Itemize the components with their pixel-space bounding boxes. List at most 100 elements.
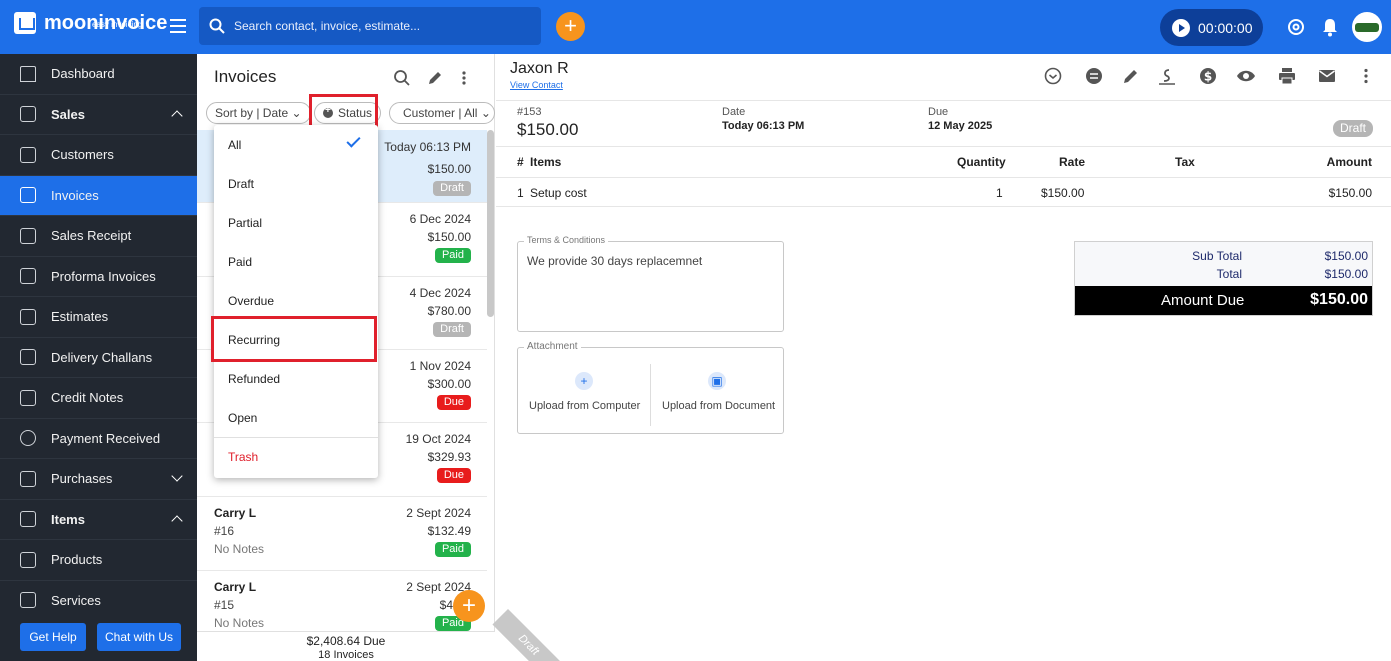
add-new-button[interactable]: + bbox=[556, 12, 585, 41]
print-icon[interactable] bbox=[1277, 66, 1297, 86]
purchase-icon bbox=[20, 470, 36, 487]
invoice-amount: $300.00 bbox=[427, 377, 471, 391]
customer-name: Carry L bbox=[214, 506, 257, 520]
sidebar-item-credit-notes[interactable]: Credit Notes bbox=[0, 378, 197, 419]
status-badge: Draft bbox=[433, 322, 471, 337]
status-option-all[interactable]: All bbox=[214, 125, 378, 164]
status-option-refunded[interactable]: Refunded bbox=[214, 359, 378, 398]
subtotal-value: $150.00 bbox=[1324, 249, 1368, 263]
more-vertical-icon[interactable] bbox=[1356, 66, 1376, 86]
status-option-trash[interactable]: Trash bbox=[214, 437, 378, 476]
app-logo[interactable]: mooninvoice bbox=[14, 12, 167, 34]
status-option-overdue[interactable]: Overdue bbox=[214, 281, 378, 320]
product-icon bbox=[20, 551, 36, 568]
sidebar-item-proforma-invoices[interactable]: Proforma Invoices bbox=[0, 257, 197, 297]
proforma-icon bbox=[20, 268, 36, 285]
status-badge: Paid bbox=[434, 248, 471, 263]
get-help-button[interactable]: Get Help bbox=[20, 623, 86, 651]
sidebar-item-invoices[interactable]: Invoices bbox=[0, 175, 197, 216]
items-icon bbox=[20, 511, 36, 528]
timer-button[interactable]: 00:00:00 bbox=[1160, 9, 1263, 46]
sidebar-item-purchases[interactable]: Purchases bbox=[0, 459, 197, 500]
home-icon bbox=[20, 65, 36, 82]
invoice-amount: $329.93 bbox=[427, 450, 471, 464]
view-contact-link[interactable]: View Contact bbox=[510, 80, 563, 90]
status-option-partial[interactable]: Partial bbox=[214, 203, 378, 242]
attachment-box: Attachment + Upload from Computer ▣ Uplo… bbox=[517, 341, 784, 434]
sidebar-item-dashboard[interactable]: Dashboard bbox=[0, 54, 197, 95]
edit-pencil-icon[interactable] bbox=[426, 69, 444, 87]
search-icon bbox=[209, 18, 225, 34]
signature-icon[interactable] bbox=[1157, 66, 1177, 86]
status-dropdown-menu: All Draft Partial Paid Overdue Recurring… bbox=[214, 125, 378, 478]
invoice-amount: $150.00 bbox=[427, 162, 471, 176]
list-scrollbar[interactable] bbox=[487, 130, 494, 317]
sidebar-item-delivery-challans[interactable]: Delivery Challans bbox=[0, 338, 197, 378]
upload-from-document[interactable]: Upload from Document bbox=[662, 400, 775, 412]
add-invoice-fab[interactable]: + bbox=[453, 590, 485, 622]
record-payment-icon[interactable]: $ bbox=[1198, 66, 1218, 86]
status-option-draft[interactable]: Draft bbox=[214, 164, 378, 203]
settings-icon[interactable] bbox=[1285, 16, 1307, 38]
search-bar[interactable] bbox=[199, 7, 541, 45]
logo-icon bbox=[14, 12, 36, 34]
sidebar-item-sales-receipt[interactable]: Sales Receipt bbox=[0, 216, 197, 257]
list-title: Invoices bbox=[214, 67, 277, 86]
invoice-number: #16 bbox=[214, 524, 235, 538]
customer-filter-chip[interactable]: Customer | All ⌄ bbox=[389, 102, 495, 124]
items-table-row[interactable]: 1 Setup cost 1 $150.00 $150.00 bbox=[496, 178, 1391, 207]
date-label: Date bbox=[722, 106, 746, 118]
col-tax: Tax bbox=[1175, 155, 1195, 169]
search-icon[interactable] bbox=[393, 69, 411, 87]
chevron-up-icon bbox=[171, 514, 183, 527]
status-option-paid[interactable]: Paid bbox=[214, 242, 378, 281]
play-icon bbox=[1172, 18, 1190, 37]
status-option-open[interactable]: Open bbox=[214, 398, 378, 437]
status-badge: Due bbox=[436, 468, 471, 483]
sort-chip[interactable]: Sort by | Date ⌄ bbox=[206, 102, 311, 124]
more-vertical-icon[interactable] bbox=[455, 69, 473, 87]
sidebar-item-products[interactable]: Products bbox=[0, 540, 197, 581]
chat-with-us-button[interactable]: Chat with Us bbox=[97, 623, 181, 651]
invoice-notes: No Notes bbox=[214, 616, 265, 630]
payment-status-icon[interactable] bbox=[1084, 66, 1104, 86]
invoice-total: $150.00 bbox=[517, 120, 579, 139]
terms-text: We provide 30 days replacemnet bbox=[527, 254, 703, 268]
col-rate: Rate bbox=[1059, 155, 1086, 169]
sidebar: Dashboard Sales Customers Invoices Sales… bbox=[0, 54, 197, 661]
document-icon[interactable]: ▣ bbox=[708, 372, 726, 390]
edit-pencil-icon[interactable] bbox=[1121, 66, 1141, 86]
terms-box[interactable]: Terms & Conditions We provide 30 days re… bbox=[517, 235, 784, 332]
col-num: # bbox=[517, 155, 524, 169]
service-icon bbox=[20, 592, 36, 609]
attachment-label: Attachment bbox=[524, 341, 581, 352]
invoice-number: #15 bbox=[214, 598, 235, 612]
invoice-icon bbox=[20, 187, 36, 204]
invoice-row[interactable]: Carry L #16 No Notes 2 Sept 2024 $132.49… bbox=[197, 497, 487, 571]
preview-eye-icon[interactable] bbox=[1236, 66, 1256, 86]
upload-plus-icon[interactable]: + bbox=[575, 372, 593, 390]
sidebar-footer: Get Help Chat with Us bbox=[0, 614, 197, 661]
upload-from-computer[interactable]: Upload from Computer bbox=[529, 400, 640, 412]
search-input[interactable] bbox=[234, 19, 524, 33]
subtotal-label: Sub Total bbox=[1192, 249, 1242, 263]
menu-icon[interactable] bbox=[170, 19, 186, 33]
draft-ribbon: Draft bbox=[492, 609, 565, 661]
sidebar-item-estimates[interactable]: Estimates bbox=[0, 297, 197, 338]
invoice-row[interactable]: Carry L #15 No Notes 2 Sept 2024 $4 Paid bbox=[197, 571, 487, 631]
invoice-date: 4 Dec 2024 bbox=[409, 286, 471, 300]
sidebar-item-items[interactable]: Items bbox=[0, 500, 197, 540]
customer-name: Jaxon R bbox=[510, 60, 569, 77]
logo-subtitle: easy invoicing bbox=[92, 20, 143, 29]
user-avatar[interactable] bbox=[1352, 12, 1382, 42]
sidebar-item-payment-received[interactable]: Payment Received bbox=[0, 419, 197, 459]
totals-box: Sub Total $150.00 Total $150.00 Amount D… bbox=[1074, 241, 1373, 316]
sidebar-item-customers[interactable]: Customers bbox=[0, 135, 197, 176]
col-items: Items bbox=[530, 155, 562, 169]
email-icon[interactable] bbox=[1317, 66, 1337, 86]
invoice-amount: $132.49 bbox=[427, 524, 471, 538]
status-check-icon[interactable] bbox=[1043, 66, 1063, 86]
notification-bell-icon[interactable] bbox=[1319, 16, 1341, 38]
sidebar-item-sales[interactable]: Sales bbox=[0, 95, 197, 135]
status-badge: Draft bbox=[433, 181, 471, 196]
